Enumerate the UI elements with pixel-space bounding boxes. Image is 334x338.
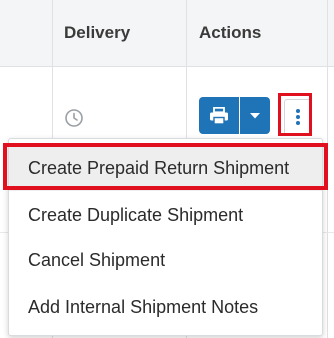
actions-column-header: Actions [199,23,262,42]
table-header: Delivery Actions [0,0,334,67]
caret-down-icon [250,112,260,118]
menu-item-cancel-shipment[interactable]: Cancel Shipment [9,237,322,283]
menu-item-add-internal-shipment-notes[interactable]: Add Internal Shipment Notes [9,284,322,330]
column-divider [327,66,328,338]
menu-item-create-duplicate-shipment[interactable]: Create Duplicate Shipment [9,192,322,238]
print-label-button[interactable] [199,97,239,134]
print-options-dropdown-button[interactable] [240,97,270,134]
column-divider [186,0,187,66]
printer-icon [210,106,228,125]
highlight-outline [3,143,328,190]
column-divider [327,0,328,66]
highlight-outline [278,93,312,136]
column-divider [52,0,53,66]
delivery-column-header[interactable]: Delivery [64,0,130,66]
clock-icon [65,109,83,127]
